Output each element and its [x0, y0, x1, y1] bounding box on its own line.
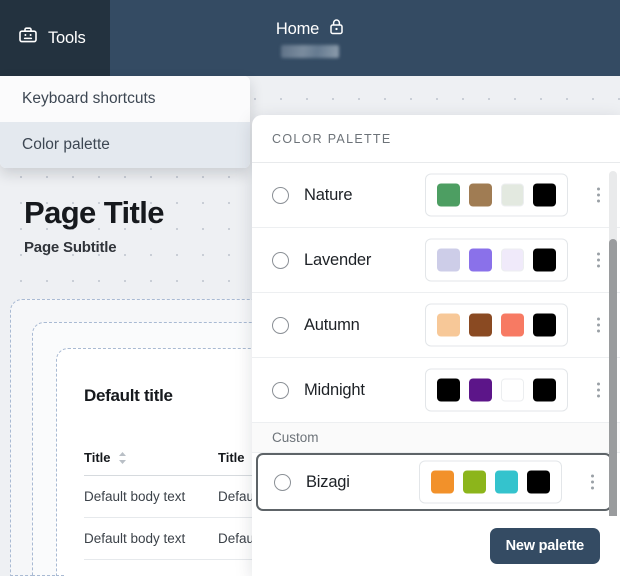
panel-footer: New palette — [252, 516, 620, 576]
palette-name: Nature — [304, 185, 353, 204]
palette-name: Midnight — [304, 380, 365, 399]
column-header-title-1[interactable]: Title — [84, 450, 218, 466]
swatch — [437, 378, 460, 402]
palette-radio[interactable] — [272, 186, 289, 204]
new-palette-button[interactable]: New palette — [489, 528, 600, 564]
swatch — [437, 183, 460, 207]
toolbox-icon — [18, 26, 38, 50]
page-header: Page Title Page Subtitle — [24, 195, 164, 257]
swatch — [533, 313, 556, 337]
palette-row-midnight[interactable]: Midnight — [252, 358, 620, 423]
swatch — [501, 378, 524, 402]
more-vertical-icon[interactable] — [597, 317, 600, 333]
palette-name: Lavender — [304, 250, 372, 269]
swatch — [533, 183, 556, 207]
swatch — [469, 248, 492, 272]
palette-radio[interactable] — [272, 381, 289, 399]
swatch — [463, 470, 486, 494]
column-header-label: Title — [84, 450, 111, 465]
menu-item-color-palette[interactable]: Color palette — [0, 122, 250, 168]
app-root: Page Title Page Subtitle Default title T… — [0, 0, 620, 576]
home-label: Home — [275, 19, 320, 38]
swatch — [527, 470, 550, 494]
palette-list: Nature Lavender Autumn Midnight Custom B… — [252, 163, 620, 559]
color-palette-panel: COLOR PALETTE Nature Lavender Autumn Mid… — [252, 115, 620, 576]
page-subtitle: Page Subtitle — [24, 239, 117, 257]
more-vertical-icon[interactable] — [597, 382, 600, 398]
swatch — [437, 313, 460, 337]
palette-row-autumn[interactable]: Autumn — [252, 293, 620, 358]
column-header-label: Title — [218, 450, 245, 465]
swatch — [533, 378, 556, 402]
swatch — [469, 378, 492, 402]
palette-name: Bizagi — [306, 472, 350, 491]
palette-radio[interactable] — [274, 473, 291, 491]
menu-item-label: Color palette — [22, 136, 110, 153]
palette-name: Autumn — [304, 315, 360, 334]
palette-swatches — [425, 238, 568, 282]
column-header-title-2[interactable]: Title — [218, 450, 245, 465]
more-vertical-icon[interactable] — [591, 474, 594, 490]
swatch — [533, 248, 556, 272]
palette-swatches — [425, 303, 568, 347]
table-cell: Default body text — [84, 489, 186, 504]
menu-item-label: Keyboard shortcuts — [22, 90, 156, 107]
tools-label: Tools — [48, 28, 86, 47]
palette-row-bizagi[interactable]: Bizagi — [256, 453, 612, 511]
page-breadcrumb: Home — [276, 18, 344, 40]
more-vertical-icon[interactable] — [597, 187, 600, 203]
palette-swatches — [425, 368, 568, 412]
swatch — [501, 313, 524, 337]
sort-chevrons-icon[interactable] — [117, 450, 128, 466]
tools-dropdown-menu: Keyboard shortcuts Color palette — [0, 76, 250, 168]
palette-swatches — [425, 173, 568, 217]
palette-swatches — [419, 460, 562, 504]
panel-scrollbar-thumb[interactable] — [609, 239, 617, 557]
palette-row-lavender[interactable]: Lavender — [252, 228, 620, 293]
section-label-custom: Custom — [252, 423, 620, 453]
table-cell: Default body text — [84, 531, 186, 546]
more-vertical-icon[interactable] — [597, 252, 600, 268]
palette-radio[interactable] — [272, 316, 289, 334]
redacted-label — [281, 45, 339, 58]
swatch — [501, 248, 524, 272]
tools-menu-button[interactable]: Tools — [0, 0, 110, 76]
lock-icon — [329, 18, 344, 40]
swatch — [469, 313, 492, 337]
palette-row-nature[interactable]: Nature — [252, 163, 620, 228]
swatch — [495, 470, 518, 494]
swatch — [501, 183, 524, 207]
menu-item-keyboard-shortcuts[interactable]: Keyboard shortcuts — [0, 76, 250, 122]
swatch — [437, 248, 460, 272]
page-title: Page Title — [24, 195, 164, 230]
swatch — [469, 183, 492, 207]
palette-radio[interactable] — [272, 251, 289, 269]
swatch — [431, 470, 454, 494]
panel-title: COLOR PALETTE — [252, 115, 620, 163]
app-header: Home Tools — [0, 0, 620, 76]
